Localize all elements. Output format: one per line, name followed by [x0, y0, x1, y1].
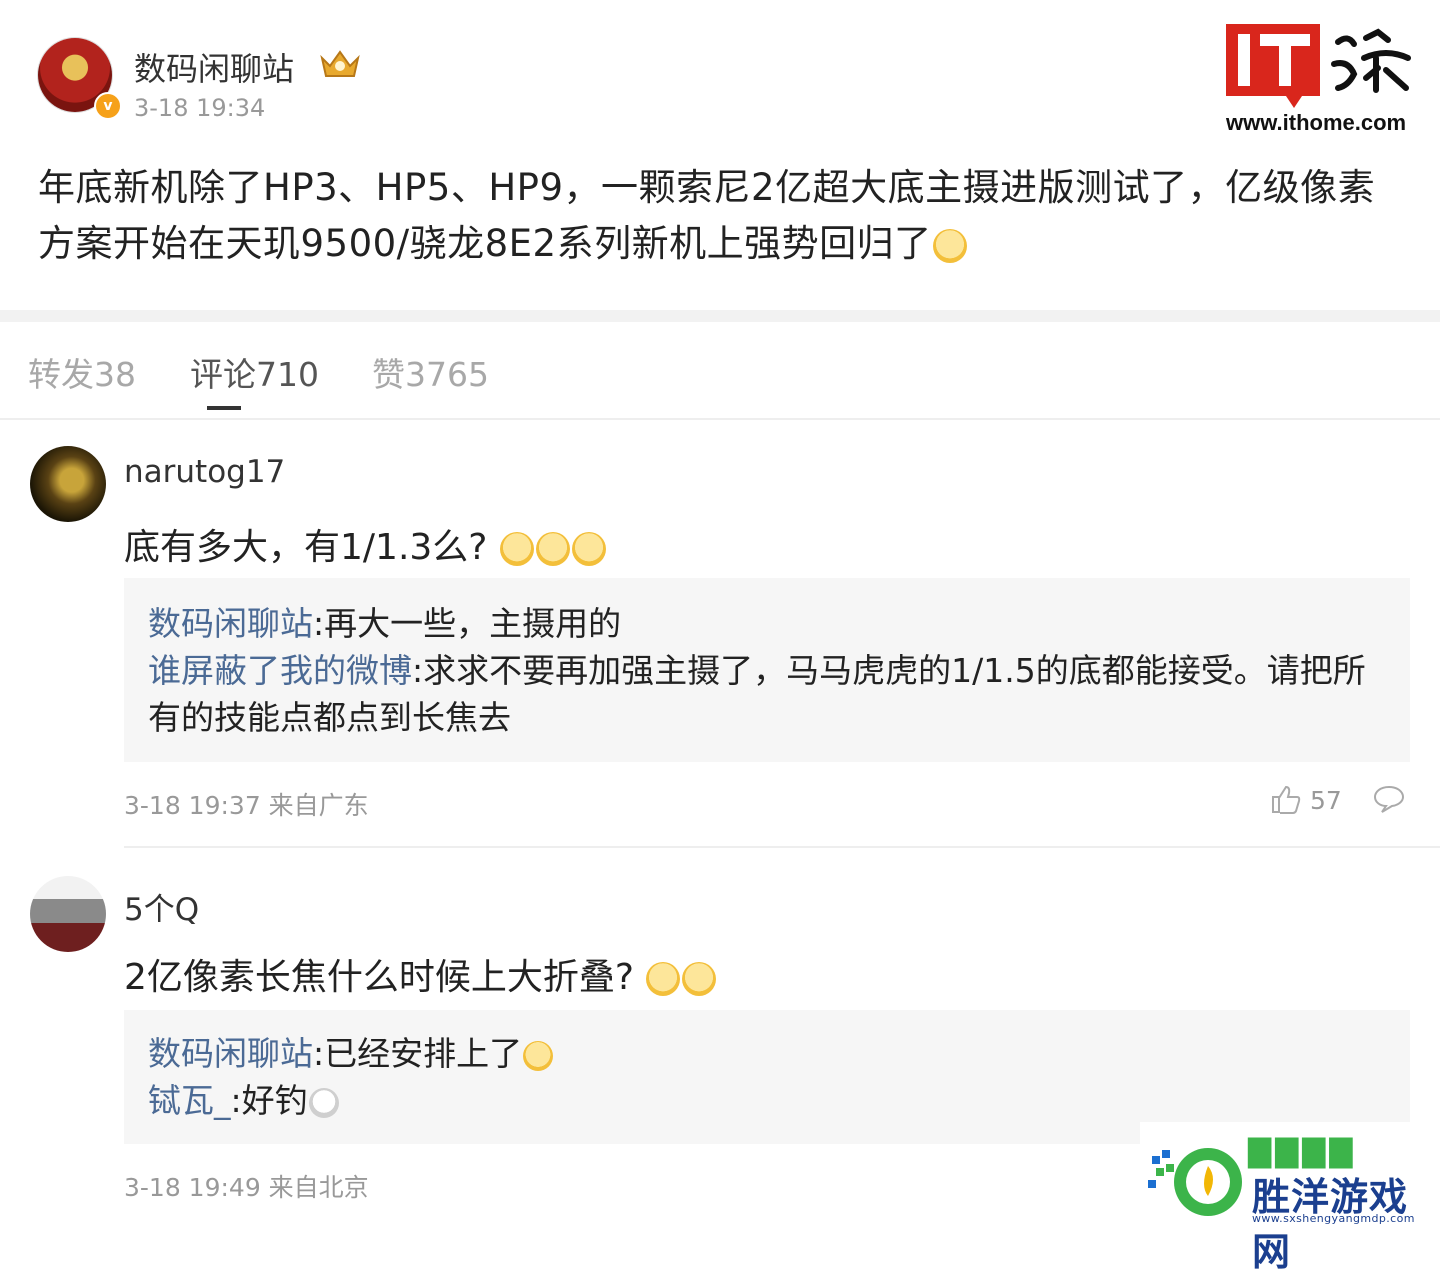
reply-item: 数码闲聊站:已经安排上了 [124, 1010, 1410, 1077]
reply-item: 数码闲聊站:再大一些，主摄用的 [148, 604, 622, 643]
tab-reposts[interactable]: 转发38 [28, 348, 136, 396]
reply-user[interactable]: 数码闲聊站 [148, 1034, 313, 1073]
active-tab-indicator [207, 406, 241, 410]
comment-meta: 3-18 19:37 来自广东 [124, 791, 369, 820]
love-emoji-icon [682, 962, 717, 996]
reply-user[interactable]: 谁屏蔽了我的微博 [148, 651, 412, 690]
reply-user[interactable]: 数码闲聊站 [148, 604, 313, 643]
reply-item: 谁屏蔽了我的微博:求求不要再加强主摄了，马马虎虎的1/1.5的底都能接受。请把所 [148, 651, 1366, 690]
confused-emoji-icon [499, 532, 534, 566]
love-emoji-icon [646, 962, 681, 996]
comment-bubble-icon[interactable] [1372, 784, 1406, 814]
section-divider [0, 310, 1440, 322]
watermark-decoration: ▇▇▇▇ [1248, 1134, 1357, 1169]
ithome-logo [1226, 24, 1411, 108]
thumbs-up-icon[interactable] [1270, 784, 1302, 814]
confused-emoji-icon [535, 532, 570, 566]
panda-emoji-icon [308, 1087, 339, 1118]
post-body-line: 年底新机除了HP3、HP5、HP9，一颗索尼2亿超大底主摄进版测试了，亿级像素 [38, 166, 1376, 209]
comment-meta: 3-18 19:49 来自北京 [124, 1173, 369, 1202]
tab-likes[interactable]: 赞3765 [372, 348, 489, 396]
reply-item-continued: 有的技能点都点到长焦去 [148, 698, 511, 737]
glasses-emoji-icon [523, 1040, 554, 1071]
reply-box[interactable]: 数码闲聊站:再大一些，主摄用的 谁屏蔽了我的微博:求求不要再加强主摄了，马马虎虎… [124, 578, 1410, 762]
watermark-logo [1148, 1148, 1242, 1216]
tabs-divider [0, 418, 1440, 420]
like-count: 57 [1310, 786, 1342, 815]
post-body-line: 方案开始在天玑9500/骁龙8E2系列新机上强势回归了 [38, 216, 1408, 272]
glasses-emoji-icon [932, 228, 967, 263]
commenter-name[interactable]: narutog17 [124, 454, 285, 490]
tab-comments[interactable]: 评论710 [190, 348, 319, 396]
comment-text: 2亿像素长焦什么时候上大折叠? [124, 948, 717, 1000]
reply-user[interactable]: 铽瓦_ [148, 1081, 231, 1120]
post-body: 年底新机除了HP3、HP5、HP9，一颗索尼2亿超大底主摄进版测试了，亿级像素 … [38, 160, 1408, 272]
comment-divider [124, 846, 1440, 848]
reply-item: 铽瓦_:好钓 [124, 1077, 1410, 1124]
author-name[interactable]: 数码闲聊站 [134, 44, 294, 90]
post-time: 3-18 19:34 [134, 94, 266, 122]
commenter-avatar[interactable] [30, 446, 106, 522]
commenter-avatar[interactable] [30, 876, 106, 952]
ithome-url: www.ithome.com [1226, 110, 1407, 135]
watermark-url: www.sxshengyangmdp.com [1252, 1212, 1415, 1225]
comment-text: 底有多大，有1/1.3么? [124, 518, 607, 570]
crown-badge-icon [320, 50, 360, 77]
commenter-name[interactable]: 5个Q [124, 884, 199, 929]
verified-badge-icon: v [94, 92, 122, 120]
confused-emoji-icon [571, 532, 606, 566]
